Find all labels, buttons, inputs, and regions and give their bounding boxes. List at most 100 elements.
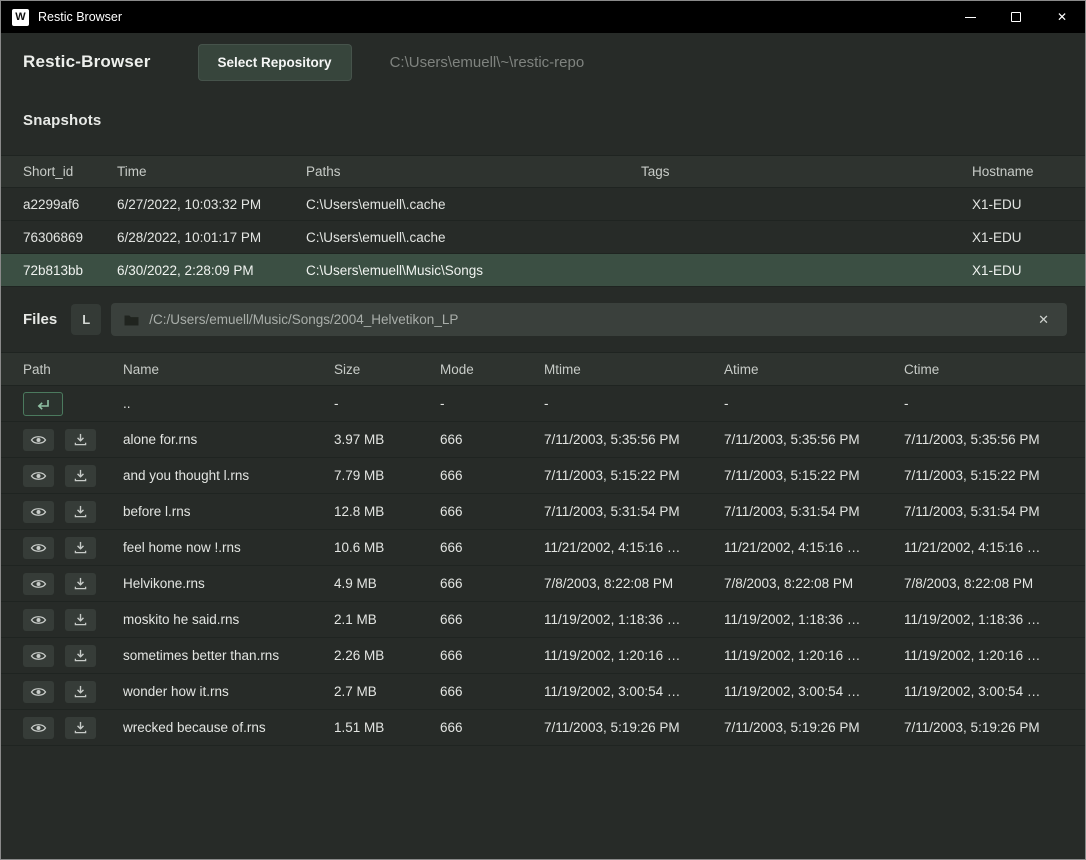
eye-icon bbox=[30, 542, 47, 554]
parent-directory-row[interactable]: .. - - - - - bbox=[1, 386, 1085, 422]
app-logo-icon: W bbox=[12, 9, 29, 26]
snapshot-hostname: X1-EDU bbox=[972, 197, 1085, 212]
file-name: and you thought l.rns bbox=[123, 468, 334, 483]
file-mtime: 11/19/2002, 1:18:36 … bbox=[544, 612, 724, 627]
column-header-tags[interactable]: Tags bbox=[641, 164, 972, 179]
preview-file-button[interactable] bbox=[23, 645, 54, 667]
file-path-input[interactable]: /C:/Users/emuell/Music/Songs/2004_Helvet… bbox=[111, 303, 1067, 336]
minimize-button[interactable] bbox=[947, 1, 993, 33]
download-icon bbox=[74, 577, 87, 590]
column-header-time[interactable]: Time bbox=[117, 164, 306, 179]
download-icon bbox=[74, 505, 87, 518]
select-repository-button[interactable]: Select Repository bbox=[198, 44, 352, 81]
file-atime: 11/21/2002, 4:15:16 … bbox=[724, 540, 904, 555]
column-header-mode[interactable]: Mode bbox=[440, 362, 544, 377]
file-mtime: 7/11/2003, 5:19:26 PM bbox=[544, 720, 724, 735]
column-header-atime[interactable]: Atime bbox=[724, 362, 904, 377]
files-mode-toggle-button[interactable]: L bbox=[71, 304, 101, 335]
close-button[interactable]: ✕ bbox=[1039, 1, 1085, 33]
window-title: Restic Browser bbox=[38, 10, 947, 24]
minimize-icon bbox=[965, 17, 976, 18]
go-to-parent-button[interactable] bbox=[23, 392, 63, 416]
snapshot-paths: C:\Users\emuell\Music\Songs bbox=[306, 263, 641, 278]
file-name: wonder how it.rns bbox=[123, 684, 334, 699]
file-mode: 666 bbox=[440, 540, 544, 555]
file-row[interactable]: wonder how it.rns 2.7 MB 666 11/19/2002,… bbox=[1, 674, 1085, 710]
column-header-ctime[interactable]: Ctime bbox=[904, 362, 1085, 377]
file-atime: 7/11/2003, 5:35:56 PM bbox=[724, 432, 904, 447]
download-icon bbox=[74, 685, 87, 698]
snapshot-row[interactable]: 76306869 6/28/2022, 10:01:17 PM C:\Users… bbox=[1, 221, 1085, 254]
preview-file-button[interactable] bbox=[23, 465, 54, 487]
file-row[interactable]: sometimes better than.rns 2.26 MB 666 11… bbox=[1, 638, 1085, 674]
file-atime: - bbox=[724, 396, 904, 411]
download-file-button[interactable] bbox=[65, 681, 96, 703]
preview-file-button[interactable] bbox=[23, 537, 54, 559]
file-size: 3.97 MB bbox=[334, 432, 440, 447]
file-atime: 11/19/2002, 3:00:54 … bbox=[724, 684, 904, 699]
app-header: Restic-Browser Select Repository C:\User… bbox=[1, 33, 1085, 91]
snapshot-row[interactable]: a2299af6 6/27/2022, 10:03:32 PM C:\Users… bbox=[1, 188, 1085, 221]
preview-file-button[interactable] bbox=[23, 609, 54, 631]
eye-icon bbox=[30, 434, 47, 446]
download-file-button[interactable] bbox=[65, 429, 96, 451]
download-icon bbox=[74, 541, 87, 554]
file-row[interactable]: moskito he said.rns 2.1 MB 666 11/19/200… bbox=[1, 602, 1085, 638]
column-header-path[interactable]: Path bbox=[23, 362, 123, 377]
snapshot-time: 6/30/2022, 2:28:09 PM bbox=[117, 263, 306, 278]
snapshot-row-selected[interactable]: 72b813bb 6/30/2022, 2:28:09 PM C:\Users\… bbox=[1, 254, 1085, 287]
download-file-button[interactable] bbox=[65, 609, 96, 631]
titlebar: W Restic Browser ✕ bbox=[1, 1, 1085, 33]
download-file-button[interactable] bbox=[65, 717, 96, 739]
eye-icon bbox=[30, 722, 47, 734]
file-size: 2.26 MB bbox=[334, 648, 440, 663]
file-name: moskito he said.rns bbox=[123, 612, 334, 627]
download-icon bbox=[74, 613, 87, 626]
download-file-button[interactable] bbox=[65, 573, 96, 595]
snapshots-section-title: Snapshots bbox=[23, 112, 1085, 129]
column-header-name[interactable]: Name bbox=[123, 362, 334, 377]
file-atime: 11/19/2002, 1:20:16 … bbox=[724, 648, 904, 663]
snapshot-short-id: 76306869 bbox=[23, 230, 117, 245]
preview-file-button[interactable] bbox=[23, 573, 54, 595]
download-file-button[interactable] bbox=[65, 537, 96, 559]
file-row[interactable]: alone for.rns 3.97 MB 666 7/11/2003, 5:3… bbox=[1, 422, 1085, 458]
file-ctime: 11/19/2002, 1:20:16 … bbox=[904, 648, 1085, 663]
file-ctime: 7/11/2003, 5:15:22 PM bbox=[904, 468, 1085, 483]
file-mode: - bbox=[440, 396, 544, 411]
column-header-hostname[interactable]: Hostname bbox=[972, 164, 1085, 179]
clear-path-button[interactable]: ✕ bbox=[1033, 310, 1054, 330]
maximize-button[interactable] bbox=[993, 1, 1039, 33]
file-row[interactable]: feel home now !.rns 10.6 MB 666 11/21/20… bbox=[1, 530, 1085, 566]
download-file-button[interactable] bbox=[65, 465, 96, 487]
file-row[interactable]: and you thought l.rns 7.79 MB 666 7/11/2… bbox=[1, 458, 1085, 494]
eye-icon bbox=[30, 614, 47, 626]
preview-file-button[interactable] bbox=[23, 501, 54, 523]
file-size: 12.8 MB bbox=[334, 504, 440, 519]
file-atime: 11/19/2002, 1:18:36 … bbox=[724, 612, 904, 627]
file-mtime: 11/21/2002, 4:15:16 … bbox=[544, 540, 724, 555]
column-header-paths[interactable]: Paths bbox=[306, 164, 641, 179]
file-atime: 7/11/2003, 5:31:54 PM bbox=[724, 504, 904, 519]
file-ctime: 7/11/2003, 5:35:56 PM bbox=[904, 432, 1085, 447]
preview-file-button[interactable] bbox=[23, 717, 54, 739]
download-icon bbox=[74, 469, 87, 482]
eye-icon bbox=[30, 470, 47, 482]
column-header-mtime[interactable]: Mtime bbox=[544, 362, 724, 377]
column-header-short-id[interactable]: Short_id bbox=[23, 164, 117, 179]
preview-file-button[interactable] bbox=[23, 429, 54, 451]
up-level-arrow-icon bbox=[35, 398, 51, 410]
eye-icon bbox=[30, 578, 47, 590]
file-row[interactable]: wrecked because of.rns 1.51 MB 666 7/11/… bbox=[1, 710, 1085, 746]
file-mode: 666 bbox=[440, 612, 544, 627]
column-header-size[interactable]: Size bbox=[334, 362, 440, 377]
snapshot-time: 6/28/2022, 10:01:17 PM bbox=[117, 230, 306, 245]
file-row[interactable]: Helvikone.rns 4.9 MB 666 7/8/2003, 8:22:… bbox=[1, 566, 1085, 602]
download-file-button[interactable] bbox=[65, 645, 96, 667]
download-file-button[interactable] bbox=[65, 501, 96, 523]
file-mtime: 7/11/2003, 5:31:54 PM bbox=[544, 504, 724, 519]
download-icon bbox=[74, 649, 87, 662]
preview-file-button[interactable] bbox=[23, 681, 54, 703]
file-row[interactable]: before l.rns 12.8 MB 666 7/11/2003, 5:31… bbox=[1, 494, 1085, 530]
file-mtime: 11/19/2002, 1:20:16 … bbox=[544, 648, 724, 663]
